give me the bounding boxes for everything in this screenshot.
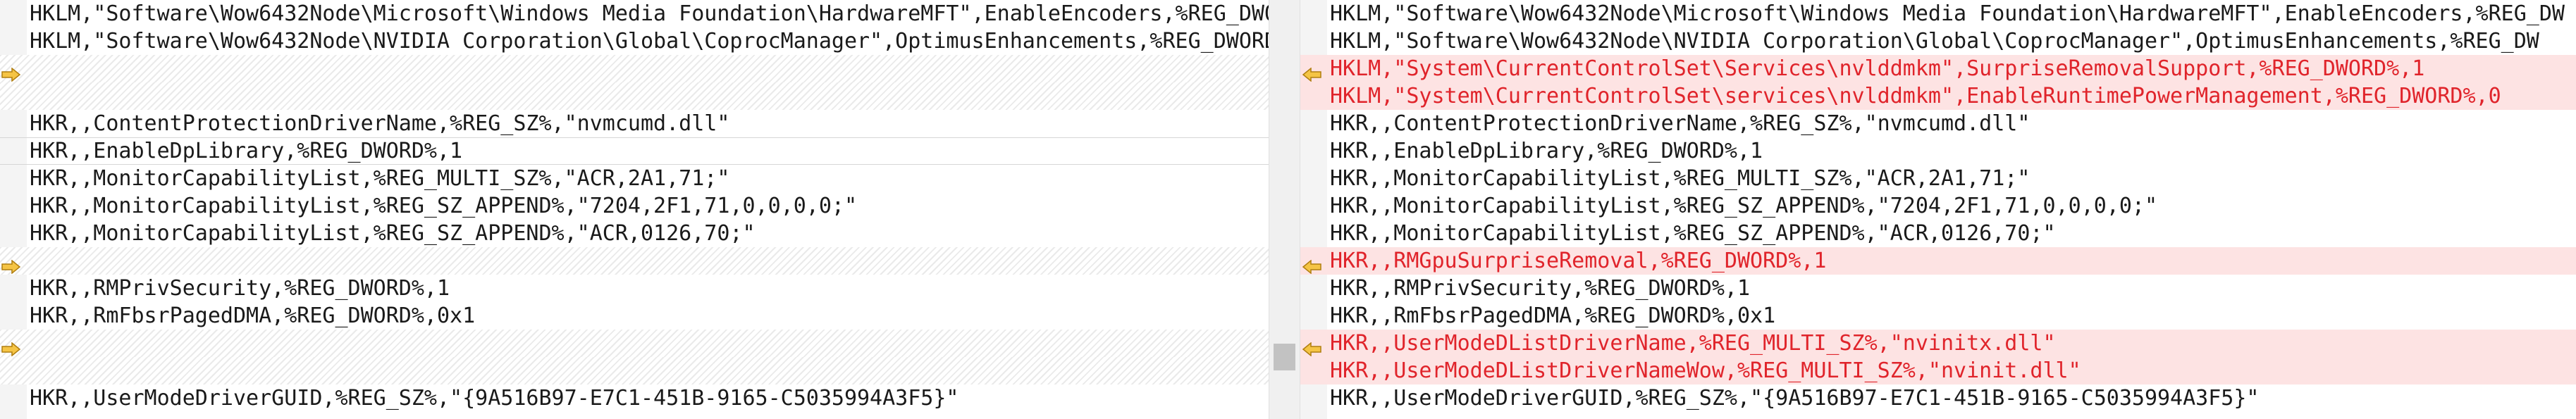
line-text: HKR,,RmFbsrPagedDMA,%REG_DWORD%,0x1 — [1330, 304, 1776, 328]
diff-line[interactable]: HKLM,"Software\Wow6432Node\Microsoft\Win… — [0, 0, 1269, 27]
diff-line[interactable]: HKR,,RmFbsrPagedDMA,%REG_DWORD%,0x1 — [1300, 302, 2576, 330]
diff-line[interactable]: HKR,,EnableDpLibrary,%REG_DWORD%,1 — [1300, 137, 2576, 165]
arrow-left-icon[interactable] — [1302, 254, 1321, 275]
line-text: HKR,,UserModeDListDriverNameWow,%REG_MUL… — [1330, 358, 2081, 383]
diff-added-line[interactable]: HKLM,"System\CurrentControlSet\services\… — [1300, 82, 2576, 110]
diff-line[interactable]: HKR,,MonitorCapabilityList,%REG_MULTI_SZ… — [1300, 165, 2576, 192]
diff-line[interactable]: HKR,,MonitorCapabilityList,%REG_SZ_APPEN… — [0, 220, 1269, 247]
line-text: HKR,,ContentProtectionDriverName,%REG_SZ… — [1330, 111, 2030, 136]
line-text: HKR,,EnableDpLibrary,%REG_DWORD%,1 — [1330, 139, 1763, 163]
diff-added-line[interactable]: HKLM,"System\CurrentControlSet\Services\… — [1300, 55, 2576, 82]
line-text: HKR,,UserModeDListDriverName,%REG_MULTI_… — [1330, 331, 2056, 356]
right-pane[interactable]: HKLM,"Software\Wow6432Node\Microsoft\Win… — [1300, 0, 2576, 419]
diff-line[interactable]: HKR,,ContentProtectionDriverName,%REG_SZ… — [0, 110, 1269, 137]
left-pane[interactable]: HKLM,"Software\Wow6432Node\Microsoft\Win… — [0, 0, 1269, 419]
line-text: HKR,,EnableDpLibrary,%REG_DWORD%,1 — [30, 139, 463, 163]
diff-placeholder-line[interactable] — [0, 357, 1269, 384]
diff-line[interactable]: HKR,,ContentProtectionDriverName,%REG_SZ… — [1300, 110, 2576, 137]
line-text: HKR,,UserModeDriverGUID,%REG_SZ%,"{9A516… — [1330, 386, 2260, 411]
diff-line[interactable]: HKR,,RmFbsrPagedDMA,%REG_DWORD%,0x1 — [0, 302, 1269, 330]
diff-placeholder-line[interactable] — [0, 330, 1269, 357]
diff-line[interactable]: HKR,,EnableDpLibrary,%REG_DWORD%,1 — [0, 137, 1269, 165]
line-text: HKR,,RMPrivSecurity,%REG_DWORD%,1 — [30, 276, 450, 301]
scrollbar-thumb[interactable] — [1274, 344, 1295, 370]
line-text: HKLM,"System\CurrentControlSet\services\… — [1330, 84, 2501, 108]
diff-line[interactable]: HKR,,RMPrivSecurity,%REG_DWORD%,1 — [0, 275, 1269, 302]
line-text: HKR,,MonitorCapabilityList,%REG_SZ_APPEN… — [30, 221, 756, 246]
diff-placeholder-line[interactable] — [0, 247, 1269, 275]
line-text: HKR,,MonitorCapabilityList,%REG_MULTI_SZ… — [30, 166, 730, 191]
diff-added-line[interactable]: HKR,,UserModeDListDriverNameWow,%REG_MUL… — [1300, 357, 2576, 384]
diff-line[interactable]: HKLM,"Software\Wow6432Node\NVIDIA Corpor… — [0, 27, 1269, 55]
line-text: HKR,,MonitorCapabilityList,%REG_SZ_APPEN… — [30, 194, 857, 218]
line-text: HKLM,"Software\Wow6432Node\Microsoft\Win… — [1330, 1, 2565, 26]
line-text: HKLM,"System\CurrentControlSet\Services\… — [1330, 56, 2425, 81]
arrow-right-icon[interactable] — [1, 61, 21, 82]
diff-line[interactable]: HKR,,MonitorCapabilityList,%REG_MULTI_SZ… — [0, 165, 1269, 192]
line-text: HKR,,MonitorCapabilityList,%REG_SZ_APPEN… — [1330, 221, 2056, 246]
arrow-right-icon[interactable] — [1, 254, 21, 275]
line-text: HKLM,"Software\Wow6432Node\Microsoft\Win… — [30, 1, 1269, 26]
line-text: HKLM,"Software\Wow6432Node\NVIDIA Corpor… — [1330, 29, 2539, 54]
line-text: HKR,,RmFbsrPagedDMA,%REG_DWORD%,0x1 — [30, 304, 476, 328]
diff-line[interactable]: HKR,,MonitorCapabilityList,%REG_SZ_APPEN… — [1300, 220, 2576, 247]
arrow-left-icon[interactable] — [1302, 61, 1321, 82]
line-text: HKR,,MonitorCapabilityList,%REG_MULTI_SZ… — [1330, 166, 2030, 191]
diff-line[interactable]: HKR,,MonitorCapabilityList,%REG_SZ_APPEN… — [1300, 192, 2576, 220]
diff-line[interactable]: HKR,,RMPrivSecurity,%REG_DWORD%,1 — [1300, 275, 2576, 302]
diff-line[interactable]: HKR,,MonitorCapabilityList,%REG_SZ_APPEN… — [0, 192, 1269, 220]
line-text: HKR,,ContentProtectionDriverName,%REG_SZ… — [30, 111, 730, 136]
arrow-right-icon[interactable] — [1, 336, 21, 357]
diff-added-line[interactable]: HKR,,UserModeDListDriverName,%REG_MULTI_… — [1300, 330, 2576, 357]
line-text: HKR,,UserModeDriverGUID,%REG_SZ%,"{9A516… — [30, 386, 959, 411]
line-text: HKR,,RMPrivSecurity,%REG_DWORD%,1 — [1330, 276, 1751, 301]
line-text: HKLM,"Software\Wow6432Node\NVIDIA Corpor… — [30, 29, 1269, 54]
diff-line[interactable]: HKR,,UserModeDriverGUID,%REG_SZ%,"{9A516… — [1300, 384, 2576, 412]
diff-viewer: HKLM,"Software\Wow6432Node\Microsoft\Win… — [0, 0, 2576, 419]
diff-added-line[interactable]: HKR,,RMGpuSurpriseRemoval,%REG_DWORD%,1 — [1300, 247, 2576, 275]
diff-placeholder-line[interactable] — [0, 82, 1269, 110]
line-text: HKR,,MonitorCapabilityList,%REG_SZ_APPEN… — [1330, 194, 2157, 218]
arrow-left-icon[interactable] — [1302, 336, 1321, 357]
diff-placeholder-line[interactable] — [0, 55, 1269, 82]
diff-line[interactable]: HKLM,"Software\Wow6432Node\Microsoft\Win… — [1300, 0, 2576, 27]
vertical-scrollbar[interactable] — [1269, 0, 1300, 419]
line-text: HKR,,RMGpuSurpriseRemoval,%REG_DWORD%,1 — [1330, 249, 1827, 273]
diff-line[interactable]: HKR,,UserModeDriverGUID,%REG_SZ%,"{9A516… — [0, 384, 1269, 412]
diff-line[interactable]: HKLM,"Software\Wow6432Node\NVIDIA Corpor… — [1300, 27, 2576, 55]
